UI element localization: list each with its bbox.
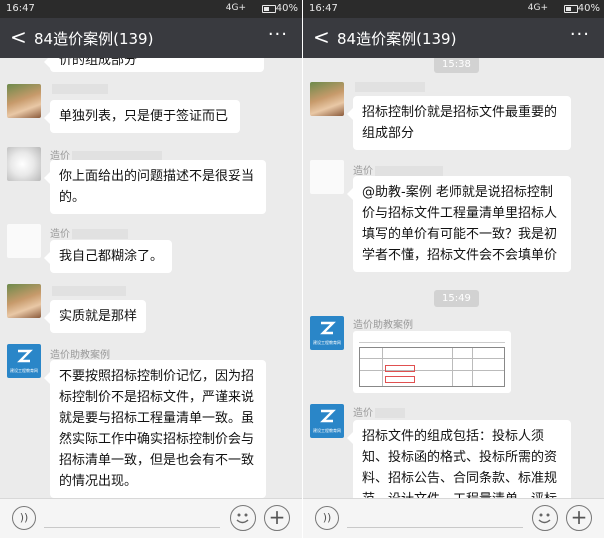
chat-header: < 84造价案例(139) ··· [303,18,604,58]
plus-icon[interactable]: + [264,505,290,531]
avatar[interactable]: 建设工程教育网 [310,404,344,438]
more-dots-icon[interactable]: ··· [268,24,288,45]
avatar[interactable] [7,147,41,181]
chat-screen-right: 16:47 4G+ 40% < 84造价案例(139) ··· 15:38 招标… [302,0,604,538]
sender-name: 造价助教案例 [353,320,413,331]
battery-icon [262,5,276,13]
status-bar: 16:47 4G+ 40% [303,0,604,18]
sender-name: 造价 [50,225,128,240]
timestamp: 15:38 [434,58,479,73]
avatar[interactable] [310,160,344,194]
status-bar: 16:47 4G+ 40% [0,0,302,18]
document-table [359,347,505,387]
document-image[interactable] [353,331,511,393]
message-bubble-partial: 价的组成部分 [44,58,264,72]
brand-caption: 建设工程教育网 [10,368,38,373]
plus-icon[interactable]: + [566,505,592,531]
message-bubble[interactable]: 单独列表，只是便于签证而已 [44,100,240,133]
message-text: 我自己都糊涂了。 [59,249,164,264]
message-input[interactable] [347,527,523,528]
document-header-line [359,335,505,343]
emoji-icon[interactable] [532,505,558,531]
message-text: 实质就是那样 [59,309,138,324]
message-bubble[interactable]: 招标控制价就是招标文件最重要的组成部分 [347,96,571,150]
brand-logo-icon [320,409,336,423]
message-bubble[interactable]: 实质就是那样 [44,300,146,333]
brand-logo-icon [17,349,33,363]
message-text: 招标文件的组成包括：投标人须知、投标函的格式、投标所需的资料、招标公告、合同条款… [362,429,558,498]
timestamp: 15:49 [434,290,479,307]
avatar[interactable] [7,84,41,118]
chat-header: < 84造价案例(139) ··· [0,18,302,58]
input-bar: )) + [303,498,604,538]
network-indicator: 4G+ [527,3,548,13]
message-input[interactable] [44,527,220,528]
brand-caption: 建设工程教育网 [313,340,341,345]
message-text: 你上面给出的问题描述不是很妥当的。 [59,169,255,205]
message-bubble[interactable]: 你上面给出的问题描述不是很妥当的。 [44,160,266,214]
battery-icon [564,5,578,13]
avatar[interactable]: 建设工程教育网 [310,316,344,350]
brand-logo-icon [320,321,336,335]
avatar[interactable]: 建设工程教育网 [7,344,41,378]
chat-title: 84造价案例(139) [337,30,457,48]
avatar[interactable] [7,284,41,318]
battery-level: 40% [275,3,298,14]
more-dots-icon[interactable]: ··· [570,24,590,45]
network-indicator: 4G+ [225,3,246,13]
avatar[interactable] [310,82,344,116]
sender-name [50,286,126,297]
sender-name: 造价助教案例 [50,350,110,361]
brand-caption: 建设工程教育网 [313,428,341,433]
sender-name: 造价 [353,404,405,419]
chevron-left-icon[interactable]: < [10,26,27,48]
battery-level: 40% [577,3,600,14]
sender-name [50,84,108,95]
message-bubble[interactable]: 招标文件的组成包括：投标人须知、投标函的格式、投标所需的资料、招标公告、合同条款… [347,420,571,498]
status-time: 16:47 [309,3,338,14]
message-list[interactable]: 价的组成部分 单独列表，只是便于签证而已 造价 你上面给出的问题描述不是很妥当的… [0,58,302,498]
emoji-icon[interactable] [230,505,256,531]
chat-screen-left: 16:47 4G+ 40% < 84造价案例(139) ··· 价的组成部分 单… [0,0,302,538]
sender-name: 造价 [353,162,443,177]
chevron-left-icon[interactable]: < [313,26,330,48]
voice-icon[interactable]: )) [12,506,36,530]
message-list[interactable]: 15:38 招标控制价就是招标文件最重要的组成部分 造价 @助教-案例 老师就是… [303,58,604,498]
chat-title: 84造价案例(139) [34,30,154,48]
message-text: 价的组成部分 [59,58,138,68]
message-text: @助教-案例 老师就是说招标控制价与招标文件工程量清单里招标人填写的单价有可能不… [362,185,558,263]
input-bar: )) + [0,498,302,538]
voice-icon[interactable]: )) [315,506,339,530]
message-text: 招标控制价就是招标文件最重要的组成部分 [362,105,558,141]
highlight-box [385,365,415,372]
message-text: 不要按照招标控制价记忆，因为招标控制价不是招标文件，严谨来说就是要与招标工程量清… [59,369,255,489]
message-bubble[interactable]: 我自己都糊涂了。 [44,240,172,273]
message-bubble[interactable]: @助教-案例 老师就是说招标控制价与招标文件工程量清单里招标人填写的单价有可能不… [347,176,571,272]
status-time: 16:47 [6,3,35,14]
message-bubble[interactable]: 不要按照招标控制价记忆，因为招标控制价不是招标文件，严谨来说就是要与招标工程量清… [44,360,266,498]
message-text: 单独列表，只是便于签证而已 [59,109,229,124]
avatar[interactable] [7,224,41,258]
sender-name [353,82,425,93]
highlight-box [385,376,415,383]
